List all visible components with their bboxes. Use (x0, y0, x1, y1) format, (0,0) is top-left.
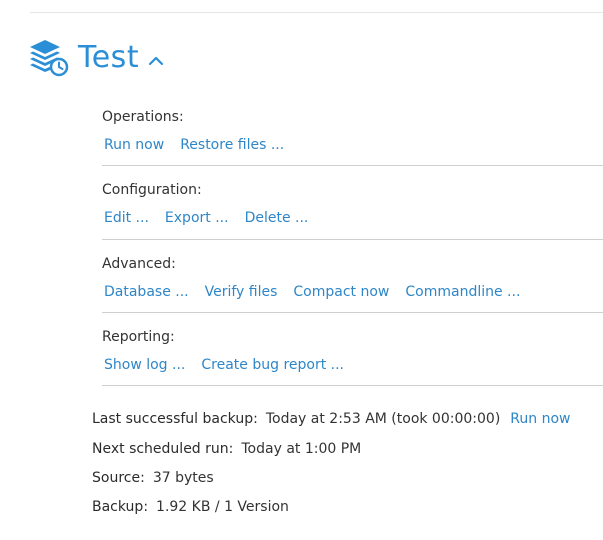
operations-links: Run now Restore files ... (102, 136, 603, 154)
operations-section: Operations: Run now Restore files ... (102, 108, 603, 154)
next-run-value: Today at 1:00 PM (241, 441, 362, 457)
last-backup-value: Today at 2:53 AM (took 00:00:00) (265, 411, 501, 427)
advanced-label: Advanced: (102, 256, 176, 272)
next-run-label: Next scheduled run: (92, 441, 234, 457)
database-link[interactable]: Database ... (104, 283, 189, 301)
backup-size-row: Backup: 1.92 KB / 1 Version (92, 498, 289, 516)
operations-label: Operations: (102, 109, 184, 125)
reporting-links: Show log ... Create bug report ... (102, 356, 603, 374)
reporting-section: Reporting: Show log ... Create bug repor… (102, 328, 603, 374)
configuration-section: Configuration: Edit ... Export ... Delet… (102, 181, 603, 227)
next-run-row: Next scheduled run: Today at 1:00 PM (92, 440, 361, 458)
reporting-label: Reporting: (102, 329, 175, 345)
configuration-links: Edit ... Export ... Delete ... (102, 209, 603, 227)
export-link[interactable]: Export ... (165, 209, 229, 227)
advanced-section: Advanced: Database ... Verify files Comp… (102, 255, 603, 301)
compact-now-link[interactable]: Compact now (293, 283, 389, 301)
restore-files-link[interactable]: Restore files ... (180, 136, 284, 154)
run-now-inline-link[interactable]: Run now (510, 411, 570, 427)
top-divider (30, 12, 603, 13)
last-backup-label: Last successful backup: (92, 411, 258, 427)
section-divider (102, 239, 603, 240)
commandline-link[interactable]: Commandline ... (405, 283, 520, 301)
advanced-links: Database ... Verify files Compact now Co… (102, 283, 603, 301)
edit-link[interactable]: Edit ... (104, 209, 149, 227)
delete-link[interactable]: Delete ... (245, 209, 309, 227)
source-row: Source: 37 bytes (92, 469, 214, 487)
backup-size-value: 1.92 KB / 1 Version (156, 499, 289, 515)
chevron-up-icon[interactable] (147, 55, 165, 67)
create-bug-report-link[interactable]: Create bug report ... (201, 356, 344, 374)
section-divider (102, 312, 603, 313)
source-label: Source: (92, 470, 145, 486)
backup-header: Test (28, 38, 165, 78)
backup-title[interactable]: Test (78, 38, 139, 78)
run-now-link[interactable]: Run now (104, 136, 164, 154)
section-divider (102, 385, 603, 386)
section-divider (102, 165, 603, 166)
backup-size-label: Backup: (92, 499, 149, 515)
source-value: 37 bytes (152, 470, 214, 486)
last-backup-row: Last successful backup: Today at 2:53 AM … (92, 410, 570, 428)
configuration-label: Configuration: (102, 182, 202, 198)
verify-files-link[interactable]: Verify files (205, 283, 278, 301)
database-clock-icon (30, 40, 69, 77)
show-log-link[interactable]: Show log ... (104, 356, 185, 374)
